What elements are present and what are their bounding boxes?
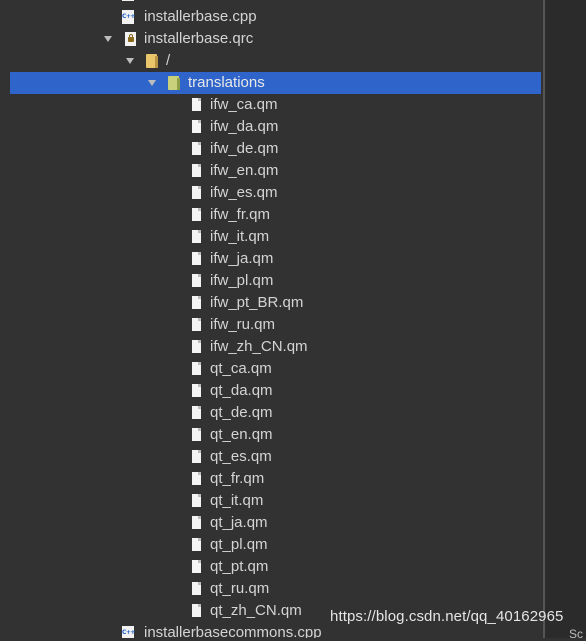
tree-row-file[interactable]: qt_ru.qm xyxy=(0,578,543,600)
file-icon xyxy=(192,384,201,397)
file-icon xyxy=(192,428,201,441)
tree-row-label: ifw_pl.qm xyxy=(210,272,274,289)
file-icon xyxy=(192,362,201,375)
tree-row-file[interactable]: ifw_es.qm xyxy=(0,182,543,204)
folder-icon xyxy=(168,76,180,90)
tree-row-file[interactable]: qt_pt.qm xyxy=(0,556,543,578)
tree-row-label: qt_ja.qm xyxy=(210,514,268,531)
tree-row-file[interactable]: ifw_it.qm xyxy=(0,226,543,248)
tree-row-file[interactable]: ifw_ca.qm xyxy=(0,94,543,116)
tree-row-label: installerbase.cpp xyxy=(144,8,257,25)
expand-arrow-icon[interactable] xyxy=(126,58,134,64)
tree-row-label: ifw_es.qm xyxy=(210,184,278,201)
tree-row-label: qt_de.qm xyxy=(210,404,273,421)
tree-row-file[interactable]: ifw_pt_BR.qm xyxy=(0,292,543,314)
file-icon xyxy=(192,274,201,287)
file-icon xyxy=(192,296,201,309)
tree-row-file[interactable]: qt_de.qm xyxy=(0,402,543,424)
qrc-file-icon xyxy=(125,32,136,46)
tree-row-label: installerbase.qrc xyxy=(144,30,254,47)
folder-icon xyxy=(146,54,158,68)
file-icon xyxy=(192,98,201,111)
tree-row-file[interactable]: qt_pl.qm xyxy=(0,534,543,556)
cpp-file-icon xyxy=(122,626,135,638)
right-pane: Sc xyxy=(545,0,586,641)
file-icon xyxy=(192,494,201,507)
tree-row-label: qt_fr.qm xyxy=(210,470,265,487)
tree-row-partial[interactable] xyxy=(0,0,543,5)
file-icon xyxy=(192,252,201,265)
tree-row-file[interactable]: qt_en.qm xyxy=(0,424,543,446)
tree-row-label: ifw_ca.qm xyxy=(210,96,278,113)
tree-row-file[interactable]: ifw_de.qm xyxy=(0,138,543,160)
file-icon xyxy=(192,318,201,331)
tree-row-file[interactable]: qt_fr.qm xyxy=(0,468,543,490)
tree-row-file[interactable]: ifw_da.qm xyxy=(0,116,543,138)
file-icon xyxy=(192,560,201,573)
file-icon xyxy=(192,472,201,485)
tree-row-label: qt_es.qm xyxy=(210,448,272,465)
file-icon xyxy=(192,538,201,551)
tree-row-label: ifw_da.qm xyxy=(210,118,279,135)
tree-row-file[interactable]: ifw_en.qm xyxy=(0,160,543,182)
tree-row-file[interactable]: qt_ja.qm xyxy=(0,512,543,534)
tree-row-label: qt_en.qm xyxy=(210,426,273,443)
tree-row-file[interactable]: ifw_pl.qm xyxy=(0,270,543,292)
file-icon xyxy=(192,230,201,243)
file-icon xyxy=(192,186,201,199)
tree-row-file[interactable]: ifw_zh_CN.qm xyxy=(0,336,543,358)
tree-row-label: ifw_it.qm xyxy=(210,228,270,245)
file-icon xyxy=(192,120,201,133)
tree-row-translations[interactable]: translations xyxy=(10,72,541,94)
tree-row-file[interactable]: qt_es.qm xyxy=(0,446,543,468)
tree-row-installerbase-qrc[interactable]: installerbase.qrc xyxy=(0,28,543,50)
tree-row-label: / xyxy=(166,52,171,69)
tree-row-label: translations xyxy=(188,74,265,91)
file-icon xyxy=(192,516,201,529)
tree-row-file[interactable]: qt_da.qm xyxy=(0,380,543,402)
file-icon xyxy=(192,142,201,155)
tree-row-label: ifw_ru.qm xyxy=(210,316,276,333)
file-icon xyxy=(192,450,201,463)
tree-row-file[interactable]: ifw_fr.qm xyxy=(0,204,543,226)
tree-row-installerbase-cpp[interactable]: installerbase.cpp xyxy=(0,6,543,28)
file-icon xyxy=(192,340,201,353)
tree-row-label: ifw_zh_CN.qm xyxy=(210,338,308,355)
tree-row-file[interactable]: ifw_ja.qm xyxy=(0,248,543,270)
tree-row-file[interactable]: qt_it.qm xyxy=(0,490,543,512)
tree-row-label: ifw_pt_BR.qm xyxy=(210,294,304,311)
tree-row-label: qt_zh_CN.qm xyxy=(210,602,302,619)
file-icon xyxy=(192,208,201,221)
right-pane-text: Sc xyxy=(568,627,583,641)
tree-row-label: ifw_ja.qm xyxy=(210,250,274,267)
file-icon xyxy=(192,604,201,617)
tree-row-file[interactable]: qt_ca.qm xyxy=(0,358,543,380)
file-icon xyxy=(192,164,201,177)
file-icon xyxy=(192,582,201,595)
tree-row-label: qt_pt.qm xyxy=(210,558,269,575)
tree-row-label: installerbasecommons.cpp xyxy=(144,624,322,638)
tree-row-label: ifw_fr.qm xyxy=(210,206,271,223)
tree-row-label: ifw_de.qm xyxy=(210,140,279,157)
cpp-file-icon xyxy=(122,0,134,1)
cpp-file-icon xyxy=(122,10,135,24)
tree-row-file[interactable]: ifw_ru.qm xyxy=(0,314,543,336)
tree-row-label: qt_it.qm xyxy=(210,492,264,509)
tree-row-root-prefix[interactable]: / xyxy=(0,50,543,72)
tree-row-label: qt_ca.qm xyxy=(210,360,272,377)
tree-row-label: ifw_en.qm xyxy=(210,162,279,179)
tree-row-label: qt_pl.qm xyxy=(210,536,268,553)
expand-arrow-icon[interactable] xyxy=(148,80,156,86)
tree-row-label: qt_ru.qm xyxy=(210,580,270,597)
tree-row-label: qt_da.qm xyxy=(210,382,273,399)
expand-arrow-icon[interactable] xyxy=(104,36,112,42)
watermark: https://blog.csdn.net/qq_40162965 xyxy=(330,608,564,625)
file-icon xyxy=(192,406,201,419)
project-tree: installerbase.cpp installerbase.qrc / tr… xyxy=(0,0,543,638)
